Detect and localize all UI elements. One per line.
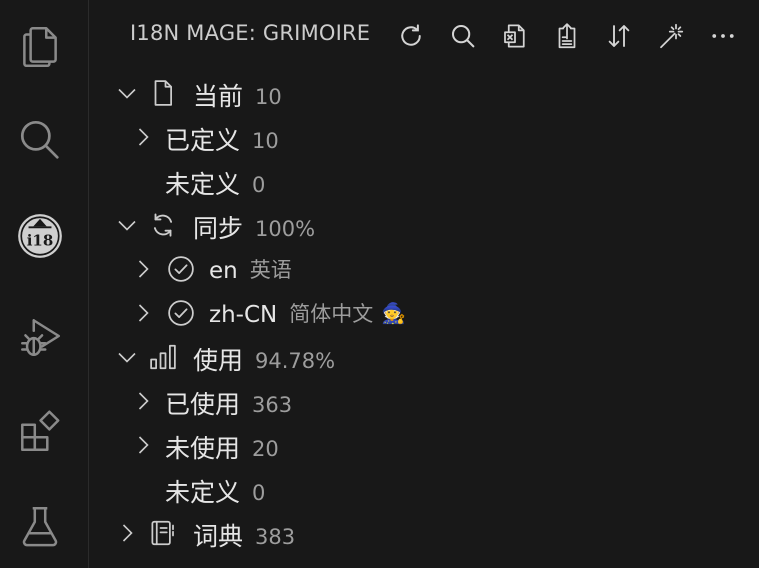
- tree-count: 0: [252, 481, 266, 505]
- chevron-right-icon: [131, 125, 155, 149]
- tree-count: 0: [252, 173, 266, 197]
- tree-item-unused[interactable]: 未使用 20: [89, 423, 759, 467]
- tree-item-used[interactable]: 已使用 363: [89, 379, 759, 423]
- tree-label: 已使用: [165, 390, 241, 419]
- sync-icon: [147, 209, 179, 241]
- tree-count: 363: [252, 393, 293, 417]
- tree-count: 10: [252, 129, 279, 153]
- locale-name: 英语: [249, 258, 292, 282]
- tree-item-undefined[interactable]: 未定义 0: [89, 159, 759, 203]
- tree-count: 20: [252, 437, 279, 461]
- chevron-down-icon: [115, 213, 139, 237]
- file-icon: [147, 77, 179, 109]
- testing-icon[interactable]: [14, 500, 66, 552]
- tree-item-dictionary[interactable]: 词典 383: [89, 511, 759, 555]
- locale-name: 简体中文: [289, 302, 374, 326]
- chevron-right-icon: [131, 301, 155, 325]
- tree-item-lang-en[interactable]: en 英语: [89, 247, 759, 291]
- tree-item-lang-zh-cn[interactable]: zh-CN 简体中文 🧙: [89, 291, 759, 335]
- extensions-icon[interactable]: [14, 406, 66, 458]
- tree-item-sync[interactable]: 同步 100%: [89, 203, 759, 247]
- tree-label: 使用: [193, 346, 244, 375]
- export-icon[interactable]: [547, 16, 587, 56]
- chevron-down-icon: [115, 81, 139, 105]
- dictionary-icon: [147, 517, 179, 549]
- tree-count: 383: [255, 525, 296, 549]
- tree-label: 当前: [193, 82, 244, 111]
- search-icon[interactable]: [443, 16, 483, 56]
- bar-chart-icon: [147, 341, 179, 373]
- chevron-right-icon: [131, 389, 155, 413]
- chevron-down-icon: [115, 345, 139, 369]
- refresh-icon[interactable]: [391, 16, 431, 56]
- tree-label: 未定义: [165, 478, 241, 507]
- chevron-right-icon: [131, 433, 155, 457]
- tree-percent: 94.78%: [255, 349, 336, 373]
- tree-label: 未使用: [165, 434, 241, 463]
- check-circle-icon: [165, 253, 197, 285]
- sort-icon[interactable]: [599, 16, 639, 56]
- explorer-icon[interactable]: [14, 20, 66, 72]
- more-icon[interactable]: [703, 16, 743, 56]
- tree-label: 同步: [193, 214, 244, 243]
- excel-export-icon[interactable]: [495, 16, 535, 56]
- svg-text:i18: i18: [27, 232, 54, 250]
- view-header: I18N MAGE: GRIMOIRE: [89, 0, 759, 70]
- tree-label: 未定义: [165, 170, 241, 199]
- chevron-right-icon: [115, 521, 139, 545]
- tree-label: 词典: [193, 522, 244, 551]
- search-icon[interactable]: [14, 114, 66, 166]
- view-title: I18N MAGE: GRIMOIRE: [130, 21, 371, 45]
- activity-bar: i18: [0, 0, 89, 568]
- tree-count: 10: [255, 85, 282, 109]
- i18n-extension-icon[interactable]: i18: [14, 210, 66, 262]
- locale-code: zh-CN: [209, 302, 278, 328]
- tree-item-usage-undefined[interactable]: 未定义 0: [89, 467, 759, 511]
- run-debug-icon[interactable]: [14, 310, 66, 362]
- tree-item-usage[interactable]: 使用 94.78%: [89, 335, 759, 379]
- sidebar: I18N MAGE: GRIMOIRE 当前 10 已定义 10 未定义 0 同…: [89, 0, 759, 568]
- check-circle-icon: [165, 297, 197, 329]
- tree-item-current[interactable]: 当前 10: [89, 71, 759, 115]
- tree-percent: 100%: [255, 217, 316, 241]
- magic-wand-icon[interactable]: [651, 16, 691, 56]
- tree-item-defined[interactable]: 已定义 10: [89, 115, 759, 159]
- wizard-badge: 🧙: [381, 301, 407, 325]
- chevron-right-icon: [131, 257, 155, 281]
- locale-code: en: [209, 258, 238, 284]
- tree-label: 已定义: [165, 126, 241, 155]
